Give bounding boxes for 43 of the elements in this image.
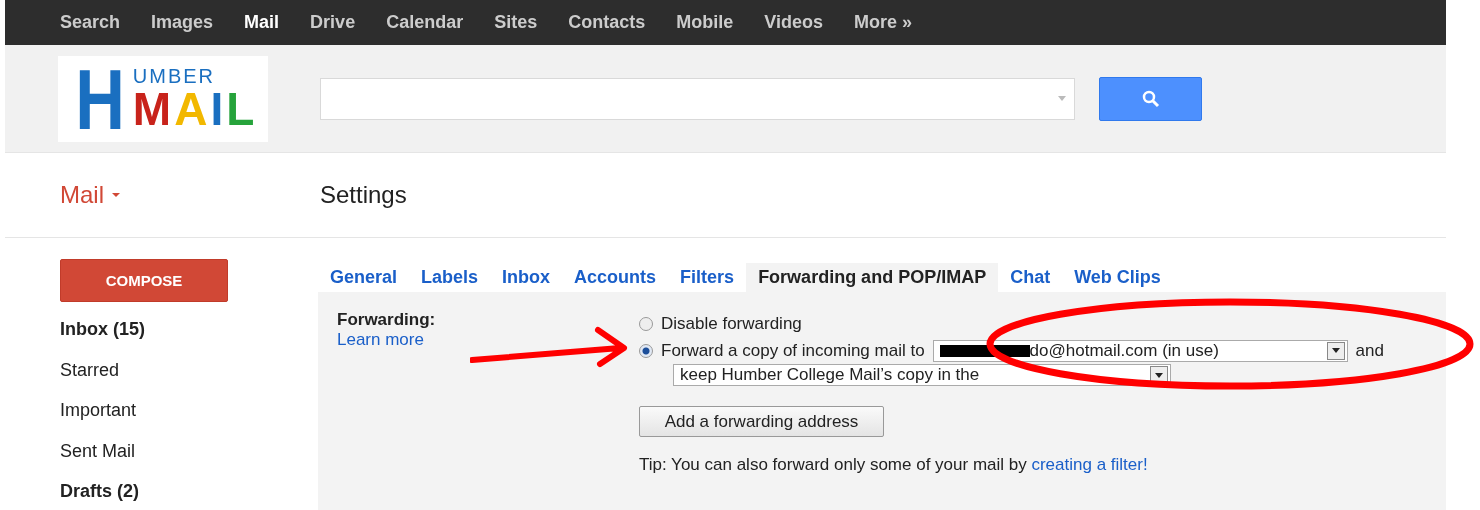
dropdown-arrow-icon bbox=[1058, 96, 1066, 101]
nav-link[interactable]: Contacts bbox=[568, 12, 646, 33]
sidebar-item[interactable]: Drafts (2) bbox=[60, 481, 318, 510]
learn-more-link[interactable]: Learn more bbox=[337, 330, 639, 350]
search-button[interactable] bbox=[1099, 76, 1202, 121]
settings-tab[interactable]: Inbox bbox=[490, 267, 563, 292]
nav-link[interactable]: Drive bbox=[310, 12, 356, 33]
settings-tab[interactable]: Chat bbox=[998, 267, 1063, 292]
nav-link[interactable]: Videos bbox=[764, 12, 823, 33]
settings-tab[interactable]: Accounts bbox=[562, 267, 669, 292]
option-label: Disable forwarding bbox=[661, 313, 802, 334]
settings-tab[interactable]: Labels bbox=[409, 267, 491, 292]
add-forwarding-address-button[interactable]: Add a forwarding address bbox=[639, 406, 884, 437]
compose-button[interactable]: COMPOSE bbox=[60, 259, 228, 302]
nav-link[interactable]: Mail bbox=[244, 12, 280, 33]
nav-link[interactable]: Calendar bbox=[386, 12, 464, 33]
sidebar-item[interactable]: Starred bbox=[60, 359, 318, 400]
option-label: Forward a copy of incoming mail to bbox=[661, 340, 925, 361]
sidebar-item[interactable]: Sent Mail bbox=[60, 440, 318, 481]
creating-filter-link[interactable]: creating a filter! bbox=[1031, 455, 1148, 474]
settings-tab[interactable]: Forwarding and POP/IMAP bbox=[746, 263, 999, 292]
nav-link[interactable]: Search bbox=[60, 12, 121, 33]
nav-link[interactable]: Sites bbox=[494, 12, 538, 33]
search-field[interactable] bbox=[320, 77, 1075, 120]
settings-tab[interactable]: General bbox=[318, 267, 410, 292]
nav-link[interactable]: Mobile bbox=[676, 12, 734, 33]
settings-tab[interactable]: Filters bbox=[668, 267, 747, 292]
action-dropdown[interactable]: keep Humber College Mail’s copy in the bbox=[673, 364, 1171, 386]
nav-link[interactable]: More » bbox=[853, 12, 912, 33]
settings-tab[interactable]: Web Clips bbox=[1062, 267, 1173, 292]
sidebar-item[interactable]: Important bbox=[60, 400, 318, 441]
address-dropdown[interactable]: do@hotmail.com (in use) bbox=[932, 339, 1348, 362]
page-title: Settings bbox=[320, 181, 407, 209]
and-label: and bbox=[1355, 340, 1384, 361]
radio-button[interactable] bbox=[639, 343, 653, 358]
caret-icon bbox=[112, 193, 120, 197]
sidebar-item[interactable]: Inbox (15) bbox=[60, 319, 318, 360]
nav-link[interactable]: Images bbox=[151, 12, 214, 33]
search-icon bbox=[1141, 89, 1160, 108]
forwarding-label: Forwarding: bbox=[337, 310, 437, 330]
mail-menu[interactable]: Mail bbox=[60, 181, 320, 209]
radio-button[interactable] bbox=[639, 316, 653, 331]
tip-text: Tip: You can also forward only some of your mail by creating a filter! bbox=[639, 455, 1149, 475]
